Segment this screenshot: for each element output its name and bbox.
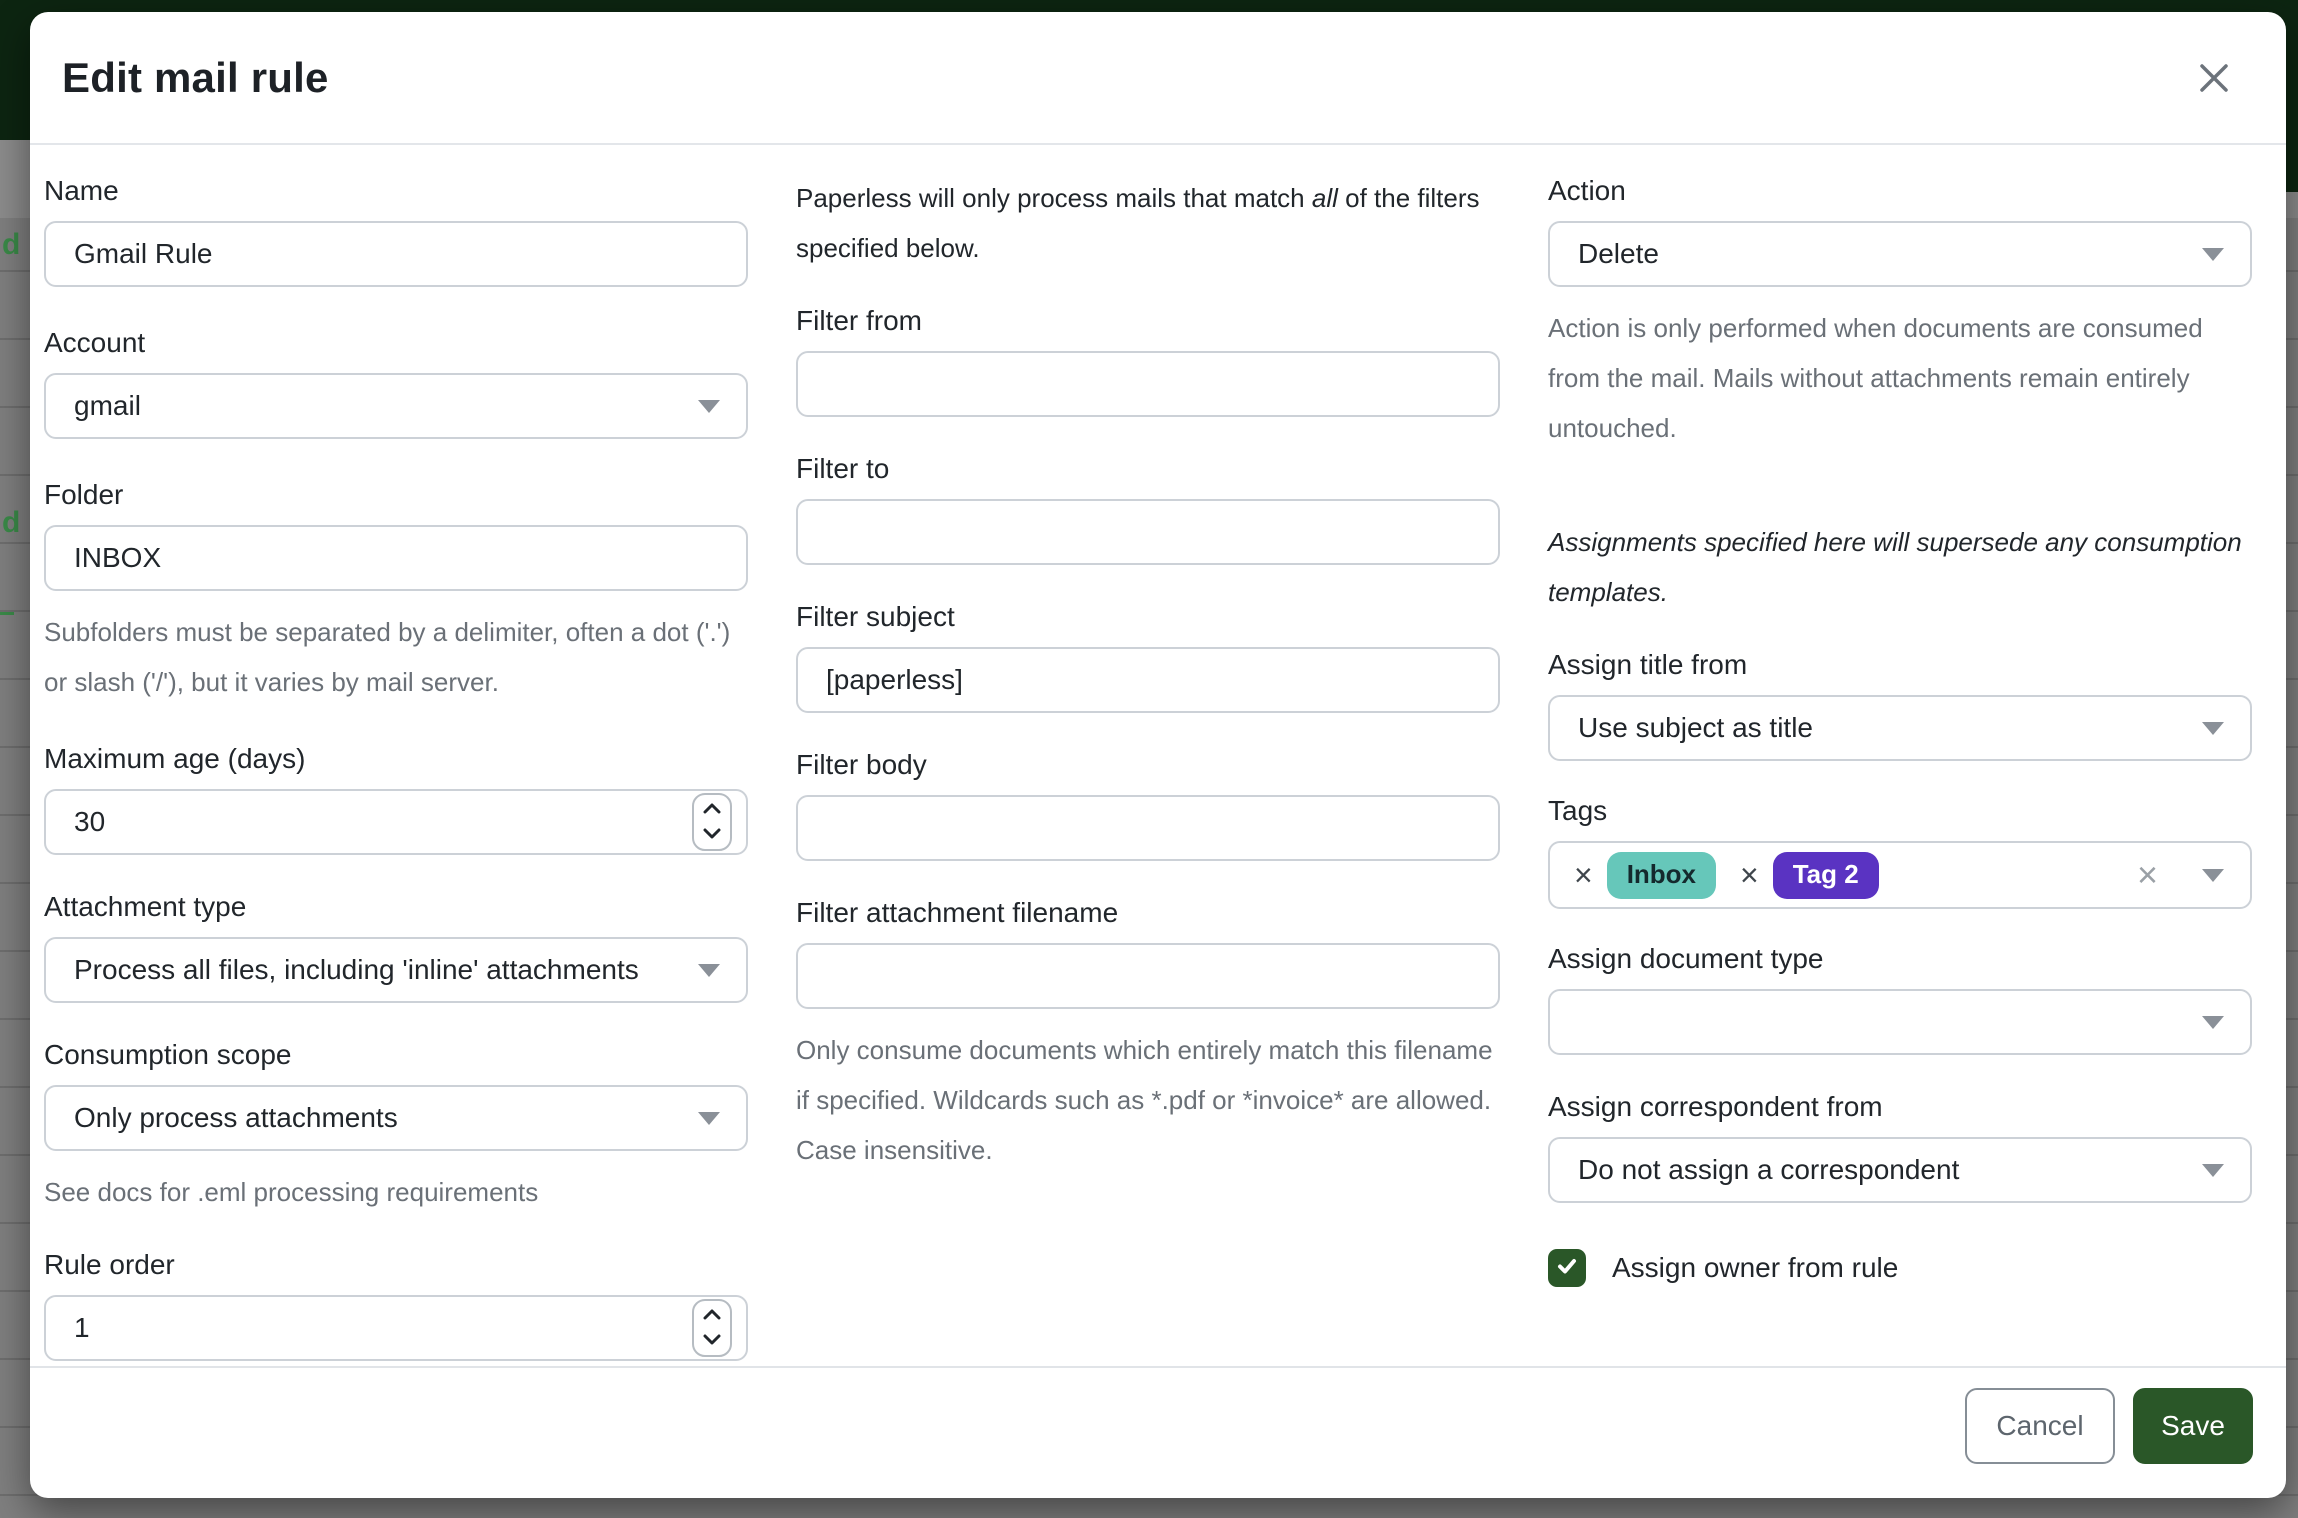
column-filters: Paperless will only process mails that m…: [796, 145, 1500, 1175]
attachment-type-label: Attachment type: [44, 889, 748, 925]
tag-badge-tag2: Tag 2: [1773, 852, 1879, 899]
rule-order-input[interactable]: [44, 1295, 748, 1361]
chevron-down-icon: [703, 826, 721, 844]
filter-subject-label: Filter subject: [796, 599, 1500, 635]
cancel-button[interactable]: Cancel: [1965, 1388, 2115, 1464]
chevron-up-icon: [703, 1307, 721, 1325]
assign-title-label: Assign title from: [1548, 647, 2252, 683]
remove-tag-icon[interactable]: ×: [1740, 859, 1759, 891]
filters-intro-emphasis: all: [1312, 183, 1338, 213]
account-select[interactable]: gmail: [44, 373, 748, 439]
chevron-down-icon: [2202, 722, 2224, 735]
action-label: Action: [1548, 173, 2252, 209]
action-select[interactable]: Delete: [1548, 221, 2252, 287]
filter-body-label: Filter body: [796, 747, 1500, 783]
tag-badge-inbox: Inbox: [1607, 852, 1716, 899]
backdrop-link-fragment-line: [0, 612, 14, 615]
assign-title-select[interactable]: Use subject as title: [1548, 695, 2252, 761]
filters-intro: Paperless will only process mails that m…: [796, 173, 1500, 273]
assign-document-type-select[interactable]: [1548, 989, 2252, 1055]
column-actions: Action Delete Action is only performed w…: [1548, 145, 2252, 1287]
save-button[interactable]: Save: [2133, 1388, 2253, 1464]
attachment-type-value: Process all files, including 'inline' at…: [74, 954, 639, 986]
close-button[interactable]: [2186, 50, 2242, 106]
dialog-title: Edit mail rule: [62, 54, 329, 102]
chevron-down-icon: [698, 1112, 720, 1125]
assign-owner-row: Assign owner from rule: [1548, 1249, 2252, 1287]
account-value: gmail: [74, 390, 141, 422]
assign-correspondent-label: Assign correspondent from: [1548, 1089, 2252, 1125]
filter-from-input[interactable]: [796, 351, 1500, 417]
filter-body-input[interactable]: [796, 795, 1500, 861]
consumption-scope-help: See docs for .eml processing requirement…: [44, 1167, 748, 1217]
filter-from-label: Filter from: [796, 303, 1500, 339]
clear-icon[interactable]: ×: [2137, 857, 2158, 893]
chevron-down-icon: [2202, 1164, 2224, 1177]
filter-to-label: Filter to: [796, 451, 1500, 487]
name-label: Name: [44, 173, 748, 209]
assign-correspondent-select[interactable]: Do not assign a correspondent: [1548, 1137, 2252, 1203]
tags-label: Tags: [1548, 793, 2252, 829]
attachment-type-select[interactable]: Process all files, including 'inline' at…: [44, 937, 748, 1003]
chevron-down-icon: [2202, 1016, 2224, 1029]
dialog-header: Edit mail rule: [30, 12, 2286, 145]
backdrop-link-fragment: d: [2, 230, 20, 260]
tags-select[interactable]: × Inbox × Tag 2 ×: [1548, 841, 2252, 909]
action-help: Action is only performed when documents …: [1548, 303, 2252, 453]
folder-label: Folder: [44, 477, 748, 513]
action-value: Delete: [1578, 238, 1659, 270]
assignments-note: Assignments specified here will supersed…: [1548, 517, 2252, 617]
screen: d d Edit mail rule Name Account gmail Fo…: [0, 0, 2298, 1518]
assign-document-type-label: Assign document type: [1548, 941, 2252, 977]
rule-order-field: [44, 1295, 748, 1361]
backdrop-link-fragment: d: [2, 508, 20, 538]
close-icon: [2192, 88, 2236, 103]
rule-order-stepper[interactable]: [692, 1299, 732, 1357]
chevron-down-icon: [2202, 869, 2224, 882]
account-label: Account: [44, 325, 748, 361]
max-age-stepper[interactable]: [692, 793, 732, 851]
name-input[interactable]: [44, 221, 748, 287]
assign-owner-checkbox[interactable]: [1548, 1249, 1586, 1287]
assign-owner-label: Assign owner from rule: [1612, 1252, 1898, 1284]
remove-tag-icon[interactable]: ×: [1574, 859, 1593, 891]
filter-subject-input[interactable]: [796, 647, 1500, 713]
chevron-down-icon: [703, 1332, 721, 1350]
chevron-down-icon: [698, 400, 720, 413]
chevron-up-icon: [703, 801, 721, 819]
filter-attachment-filename-label: Filter attachment filename: [796, 895, 1500, 931]
consumption-scope-value: Only process attachments: [74, 1102, 398, 1134]
assign-title-value: Use subject as title: [1578, 712, 1813, 744]
folder-input[interactable]: [44, 525, 748, 591]
consumption-scope-select[interactable]: Only process attachments: [44, 1085, 748, 1151]
edit-mail-rule-dialog: Edit mail rule Name Account gmail Folder…: [30, 12, 2286, 1498]
max-age-label: Maximum age (days): [44, 741, 748, 777]
chevron-down-icon: [698, 964, 720, 977]
max-age-input[interactable]: [44, 789, 748, 855]
filter-attachment-filename-input[interactable]: [796, 943, 1500, 1009]
rule-order-label: Rule order: [44, 1247, 748, 1283]
filter-to-input[interactable]: [796, 499, 1500, 565]
column-general: Name Account gmail Folder Subfolders mus…: [44, 145, 748, 1361]
filters-intro-text: Paperless will only process mails that m…: [796, 183, 1312, 213]
chevron-down-icon: [2202, 248, 2224, 261]
checkmark-icon: [1554, 1253, 1580, 1284]
consumption-scope-label: Consumption scope: [44, 1037, 748, 1073]
folder-help: Subfolders must be separated by a delimi…: [44, 607, 748, 707]
assign-correspondent-value: Do not assign a correspondent: [1578, 1154, 1959, 1186]
filter-attachment-filename-help: Only consume documents which entirely ma…: [796, 1025, 1500, 1175]
dialog-footer-divider: [30, 1366, 2286, 1368]
max-age-field: [44, 789, 748, 855]
